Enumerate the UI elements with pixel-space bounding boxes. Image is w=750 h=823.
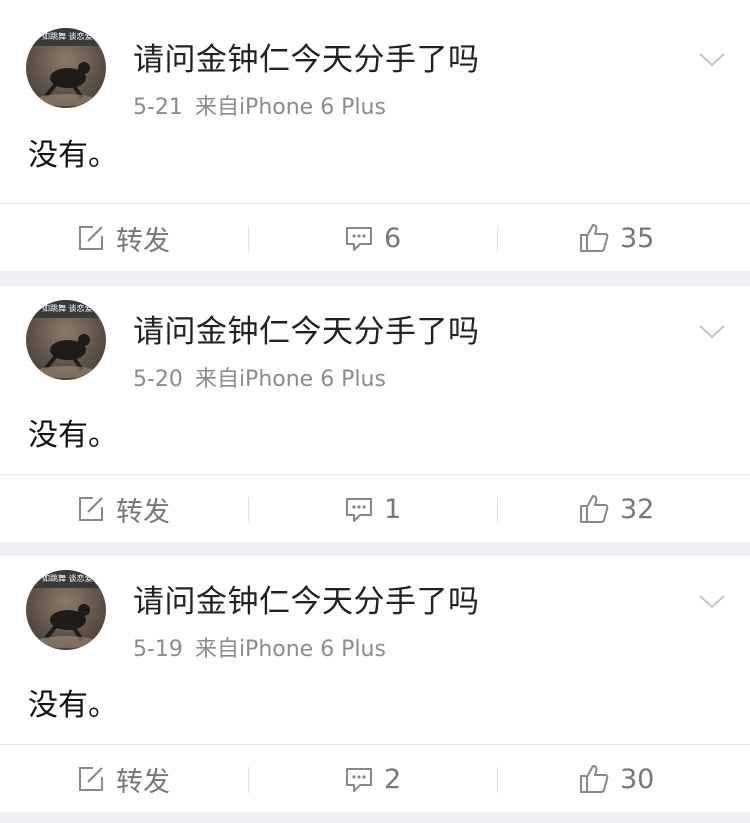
divider xyxy=(248,497,249,523)
comment-bubble-icon xyxy=(346,498,372,522)
comment-button[interactable]: 1 xyxy=(344,475,401,543)
post-header: 如跳舞 谈恋爱不如跳舞 请问金钟仁今天分手了吗 5-19 来自iPhone 6 P… xyxy=(0,542,750,662)
action-bar: 转发 1 32 xyxy=(0,474,750,543)
post-date: 5-21 xyxy=(133,95,183,120)
thumbs-up-icon xyxy=(580,224,609,252)
post-source: 来自iPhone 6 Plus xyxy=(194,95,386,120)
comment-button[interactable]: 6 xyxy=(344,204,401,272)
post-header: 如跳舞 谈恋爱不如跳舞 请问金钟仁今天分手了吗 5-21 来自iPhone 6 P… xyxy=(0,0,750,120)
weibo-feed: 如跳舞 谈恋爱不如跳舞 请问金钟仁今天分手了吗 5-21 来自iPhone 6 P… xyxy=(0,0,750,823)
comment-bubble-icon xyxy=(346,227,372,251)
thumbs-up-icon xyxy=(580,495,609,523)
post-meta: 5-21 来自iPhone 6 Plus xyxy=(133,94,386,122)
chevron-down-icon[interactable] xyxy=(697,320,727,342)
avatar-caption-line-1: 如跳舞 谈恋爱不如跳舞 xyxy=(42,573,106,583)
like-button[interactable]: 32 xyxy=(578,475,654,543)
like-button[interactable]: 30 xyxy=(578,745,654,813)
post-meta: 5-19 来自iPhone 6 Plus xyxy=(133,636,386,664)
comment-button[interactable]: 2 xyxy=(344,745,401,813)
avatar[interactable]: 如跳舞 谈恋爱不如跳舞 xyxy=(26,570,106,650)
avatar-image: 如跳舞 谈恋爱不如跳舞 xyxy=(26,28,106,106)
comment-bubble-icon xyxy=(346,768,372,792)
chevron-down-icon[interactable] xyxy=(697,48,727,70)
divider xyxy=(497,226,498,252)
edit-square-icon xyxy=(79,497,103,521)
like-count: 32 xyxy=(620,493,655,525)
post-source: 来自iPhone 6 Plus xyxy=(194,637,386,662)
post-date: 5-19 xyxy=(133,637,183,662)
repost-button[interactable]: 转发 xyxy=(76,745,170,813)
repost-label: 转发 xyxy=(116,496,170,528)
like-count: 30 xyxy=(620,763,655,795)
repost-button[interactable]: 转发 xyxy=(76,475,170,543)
avatar-caption-line-1: 如跳舞 谈恋爱不如跳舞 xyxy=(42,303,106,313)
username[interactable]: 请问金钟仁今天分手了吗 xyxy=(133,584,480,620)
chevron-down-icon[interactable] xyxy=(697,590,727,612)
post-source: 来自iPhone 6 Plus xyxy=(194,367,386,392)
edit-square-icon xyxy=(79,226,103,250)
comment-count: 1 xyxy=(384,493,402,525)
avatar-caption-line-1: 如跳舞 谈恋爱不如跳舞 xyxy=(42,31,106,41)
avatar[interactable]: 如跳舞 谈恋爱不如跳舞 xyxy=(26,28,106,108)
post-text: 没有。 xyxy=(28,418,118,453)
post-card: 如跳舞 谈恋爱不如跳舞 请问金钟仁今天分手了吗 5-21 来自iPhone 6 P… xyxy=(0,0,750,271)
username[interactable]: 请问金钟仁今天分手了吗 xyxy=(133,42,480,78)
post-card: 如跳舞 谈恋爱不如跳舞 请问金钟仁今天分手了吗 5-20 来自iPhone 6 P… xyxy=(0,286,750,542)
repost-label: 转发 xyxy=(116,225,170,257)
comment-count: 6 xyxy=(384,222,402,254)
post-header: 如跳舞 谈恋爱不如跳舞 请问金钟仁今天分手了吗 5-20 来自iPhone 6 P… xyxy=(0,272,750,392)
avatar-image: 如跳舞 谈恋爱不如跳舞 xyxy=(26,570,106,648)
post-meta: 5-20 来自iPhone 6 Plus xyxy=(133,366,386,394)
repost-button[interactable]: 转发 xyxy=(76,204,170,272)
post-text: 没有。 xyxy=(28,688,118,723)
post-date: 5-20 xyxy=(133,367,183,392)
like-count: 35 xyxy=(620,222,655,254)
avatar[interactable]: 如跳舞 谈恋爱不如跳舞 xyxy=(26,300,106,380)
username[interactable]: 请问金钟仁今天分手了吗 xyxy=(133,314,480,350)
action-bar: 转发 6 35 xyxy=(0,203,750,272)
divider xyxy=(497,767,498,793)
edit-square-icon xyxy=(79,767,103,791)
comment-count: 2 xyxy=(384,763,402,795)
thumbs-up-icon xyxy=(580,765,609,793)
repost-label: 转发 xyxy=(116,766,170,798)
divider xyxy=(248,767,249,793)
post-card: 如跳舞 谈恋爱不如跳舞 请问金钟仁今天分手了吗 5-19 来自iPhone 6 P… xyxy=(0,556,750,812)
action-bar: 转发 2 30 xyxy=(0,744,750,813)
like-button[interactable]: 35 xyxy=(578,204,654,272)
divider xyxy=(248,226,249,252)
post-text: 没有。 xyxy=(28,138,118,173)
divider xyxy=(497,497,498,523)
avatar-image: 如跳舞 谈恋爱不如跳舞 xyxy=(26,300,106,378)
